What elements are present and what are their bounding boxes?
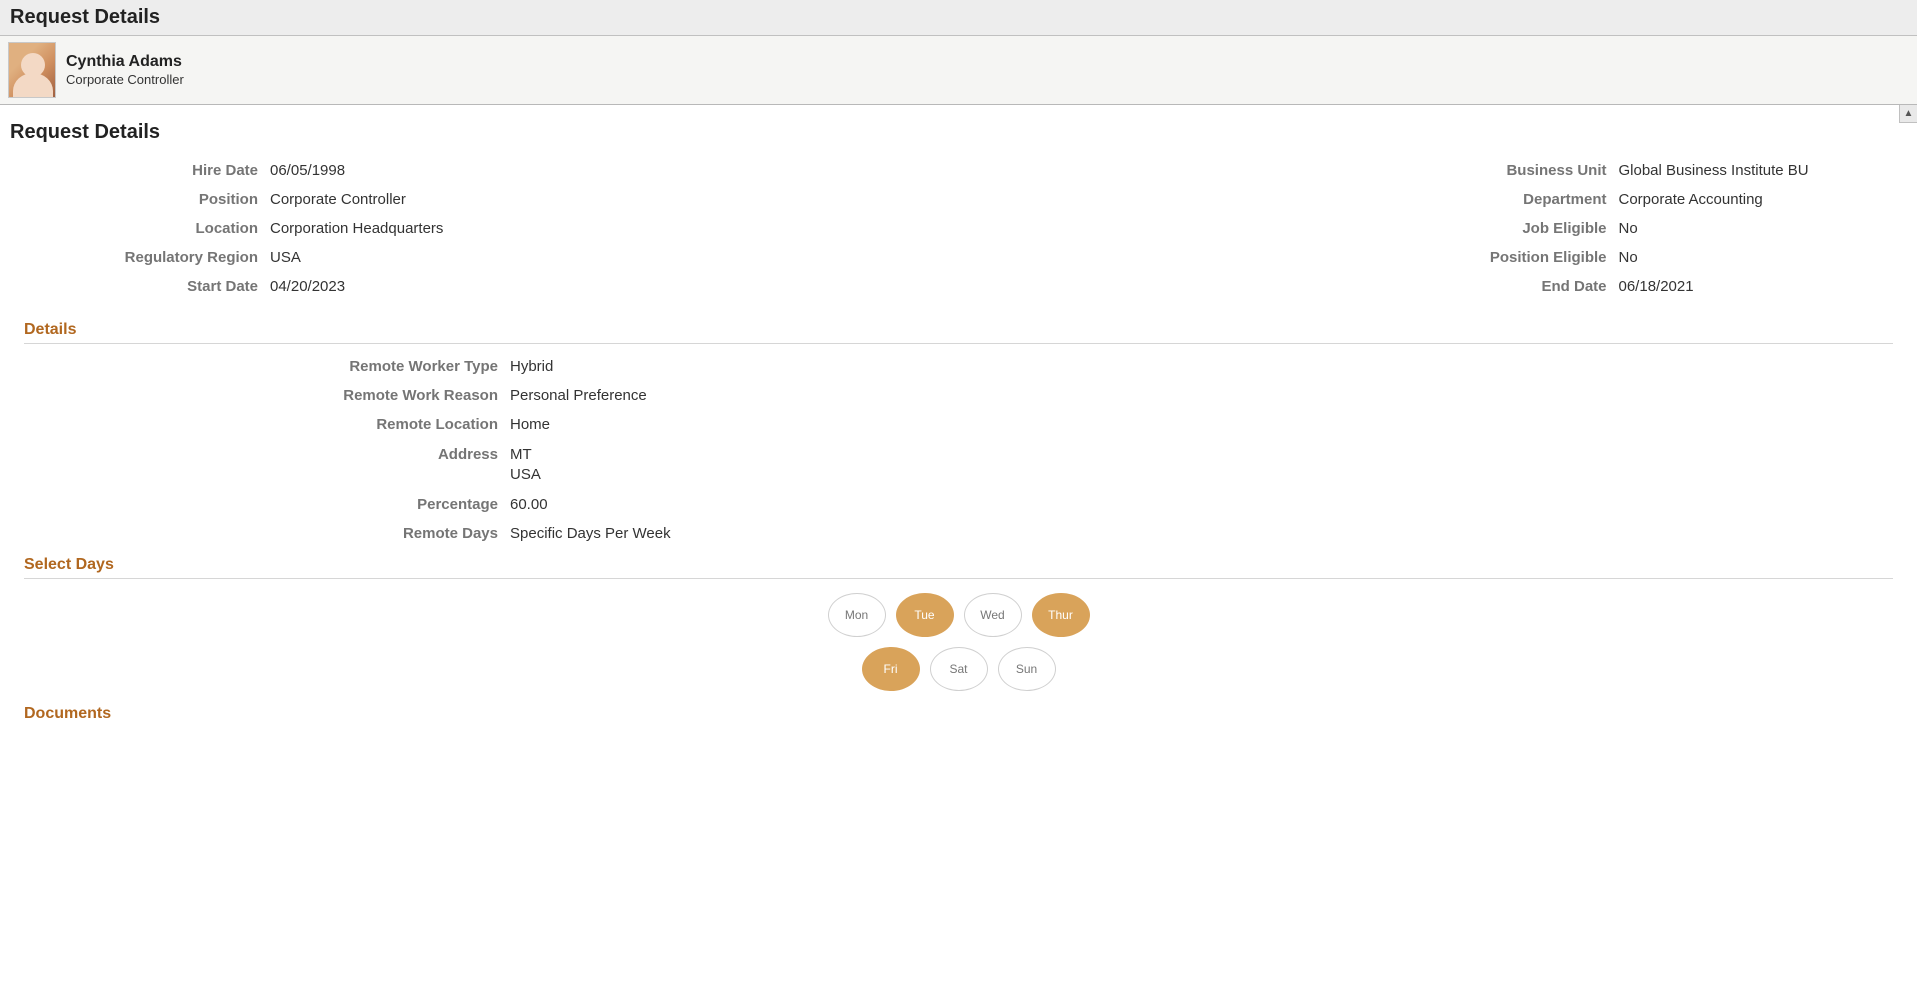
label-remote-work-reason: Remote Work Reason	[10, 387, 510, 404]
scroll-up-button[interactable]: ▲	[1899, 105, 1917, 123]
summary-grid: Hire Date 06/05/1998 Position Corporate …	[10, 162, 1907, 307]
label-business-unit: Business Unit	[1419, 162, 1619, 179]
summary-right-column: Business Unit Global Business Institute …	[959, 162, 1908, 307]
field-remote-days: Remote Days Specific Days Per Week	[10, 525, 1907, 542]
label-job-eligible: Job Eligible	[1419, 220, 1619, 237]
value-position-eligible: No	[1619, 249, 1638, 266]
field-regulatory-region: Regulatory Region USA	[10, 249, 959, 266]
select-days-rule	[24, 578, 1893, 579]
value-remote-days: Specific Days Per Week	[510, 525, 671, 542]
field-percentage: Percentage 60.00	[10, 496, 1907, 513]
page-header: Request Details	[0, 0, 1917, 36]
employee-avatar	[8, 42, 56, 98]
value-end-date: 06/18/2021	[1619, 278, 1694, 295]
value-percentage: 60.00	[510, 496, 548, 513]
day-chip-tue[interactable]: Tue	[896, 593, 954, 637]
value-business-unit: Global Business Institute BU	[1619, 162, 1809, 179]
field-remote-location: Remote Location Home	[10, 416, 1907, 433]
field-start-date: Start Date 04/20/2023	[10, 278, 959, 295]
field-hire-date: Hire Date 06/05/1998	[10, 162, 959, 179]
section-title: Request Details	[10, 121, 1907, 144]
field-end-date: End Date 06/18/2021	[959, 278, 1908, 295]
label-address: Address	[10, 446, 510, 463]
label-remote-worker-type: Remote Worker Type	[10, 358, 510, 375]
value-job-eligible: No	[1619, 220, 1638, 237]
day-chip-fri[interactable]: Fri	[862, 647, 920, 691]
label-position: Position	[10, 191, 270, 208]
value-remote-location: Home	[510, 416, 550, 433]
field-remote-worker-type: Remote Worker Type Hybrid	[10, 358, 1907, 375]
label-percentage: Percentage	[10, 496, 510, 513]
day-chip-thur[interactable]: Thur	[1032, 593, 1090, 637]
summary-left-column: Hire Date 06/05/1998 Position Corporate …	[10, 162, 959, 307]
label-remote-location: Remote Location	[10, 416, 510, 433]
field-position-eligible: Position Eligible No	[959, 249, 1908, 266]
label-hire-date: Hire Date	[10, 162, 270, 179]
day-chip-sat[interactable]: Sat	[930, 647, 988, 691]
page-title: Request Details	[10, 6, 1907, 29]
days-selector: Mon Tue Wed Thur Fri Sat Sun	[749, 593, 1169, 691]
day-chip-wed[interactable]: Wed	[964, 593, 1022, 637]
days-row-1: Mon Tue Wed Thur	[749, 593, 1169, 637]
label-regulatory-region: Regulatory Region	[10, 249, 270, 266]
field-position: Position Corporate Controller	[10, 191, 959, 208]
label-location: Location	[10, 220, 270, 237]
employee-info: Cynthia Adams Corporate Controller	[66, 53, 184, 87]
value-address-line2: USA	[510, 465, 541, 485]
label-remote-days: Remote Days	[10, 525, 510, 542]
documents-heading: Documents	[24, 705, 1907, 723]
label-department: Department	[1419, 191, 1619, 208]
field-remote-work-reason: Remote Work Reason Personal Preference	[10, 387, 1907, 404]
value-address-line1: MT	[510, 445, 541, 465]
value-hire-date: 06/05/1998	[270, 162, 345, 179]
details-block: Remote Worker Type Hybrid Remote Work Re…	[10, 358, 1907, 542]
value-remote-work-reason: Personal Preference	[510, 387, 647, 404]
day-chip-sun[interactable]: Sun	[998, 647, 1056, 691]
field-address: Address MT USA	[10, 445, 1907, 484]
field-job-eligible: Job Eligible No	[959, 220, 1908, 237]
label-end-date: End Date	[1419, 278, 1619, 295]
field-department: Department Corporate Accounting	[959, 191, 1908, 208]
value-remote-worker-type: Hybrid	[510, 358, 553, 375]
value-position: Corporate Controller	[270, 191, 406, 208]
employee-name: Cynthia Adams	[66, 53, 184, 71]
employee-bar: Cynthia Adams Corporate Controller	[0, 36, 1917, 105]
value-start-date: 04/20/2023	[270, 278, 345, 295]
value-location: Corporation Headquarters	[270, 220, 443, 237]
details-rule	[24, 343, 1893, 344]
content-area: Request Details Hire Date 06/05/1998 Pos…	[0, 105, 1917, 973]
label-start-date: Start Date	[10, 278, 270, 295]
value-address: MT USA	[510, 445, 541, 484]
day-chip-mon[interactable]: Mon	[828, 593, 886, 637]
field-business-unit: Business Unit Global Business Institute …	[959, 162, 1908, 179]
field-location: Location Corporation Headquarters	[10, 220, 959, 237]
value-regulatory-region: USA	[270, 249, 301, 266]
label-position-eligible: Position Eligible	[1419, 249, 1619, 266]
select-days-heading: Select Days	[24, 556, 1907, 574]
days-row-2: Fri Sat Sun	[749, 647, 1169, 691]
details-heading: Details	[24, 321, 1907, 339]
employee-title: Corporate Controller	[66, 72, 184, 87]
value-department: Corporate Accounting	[1619, 191, 1763, 208]
